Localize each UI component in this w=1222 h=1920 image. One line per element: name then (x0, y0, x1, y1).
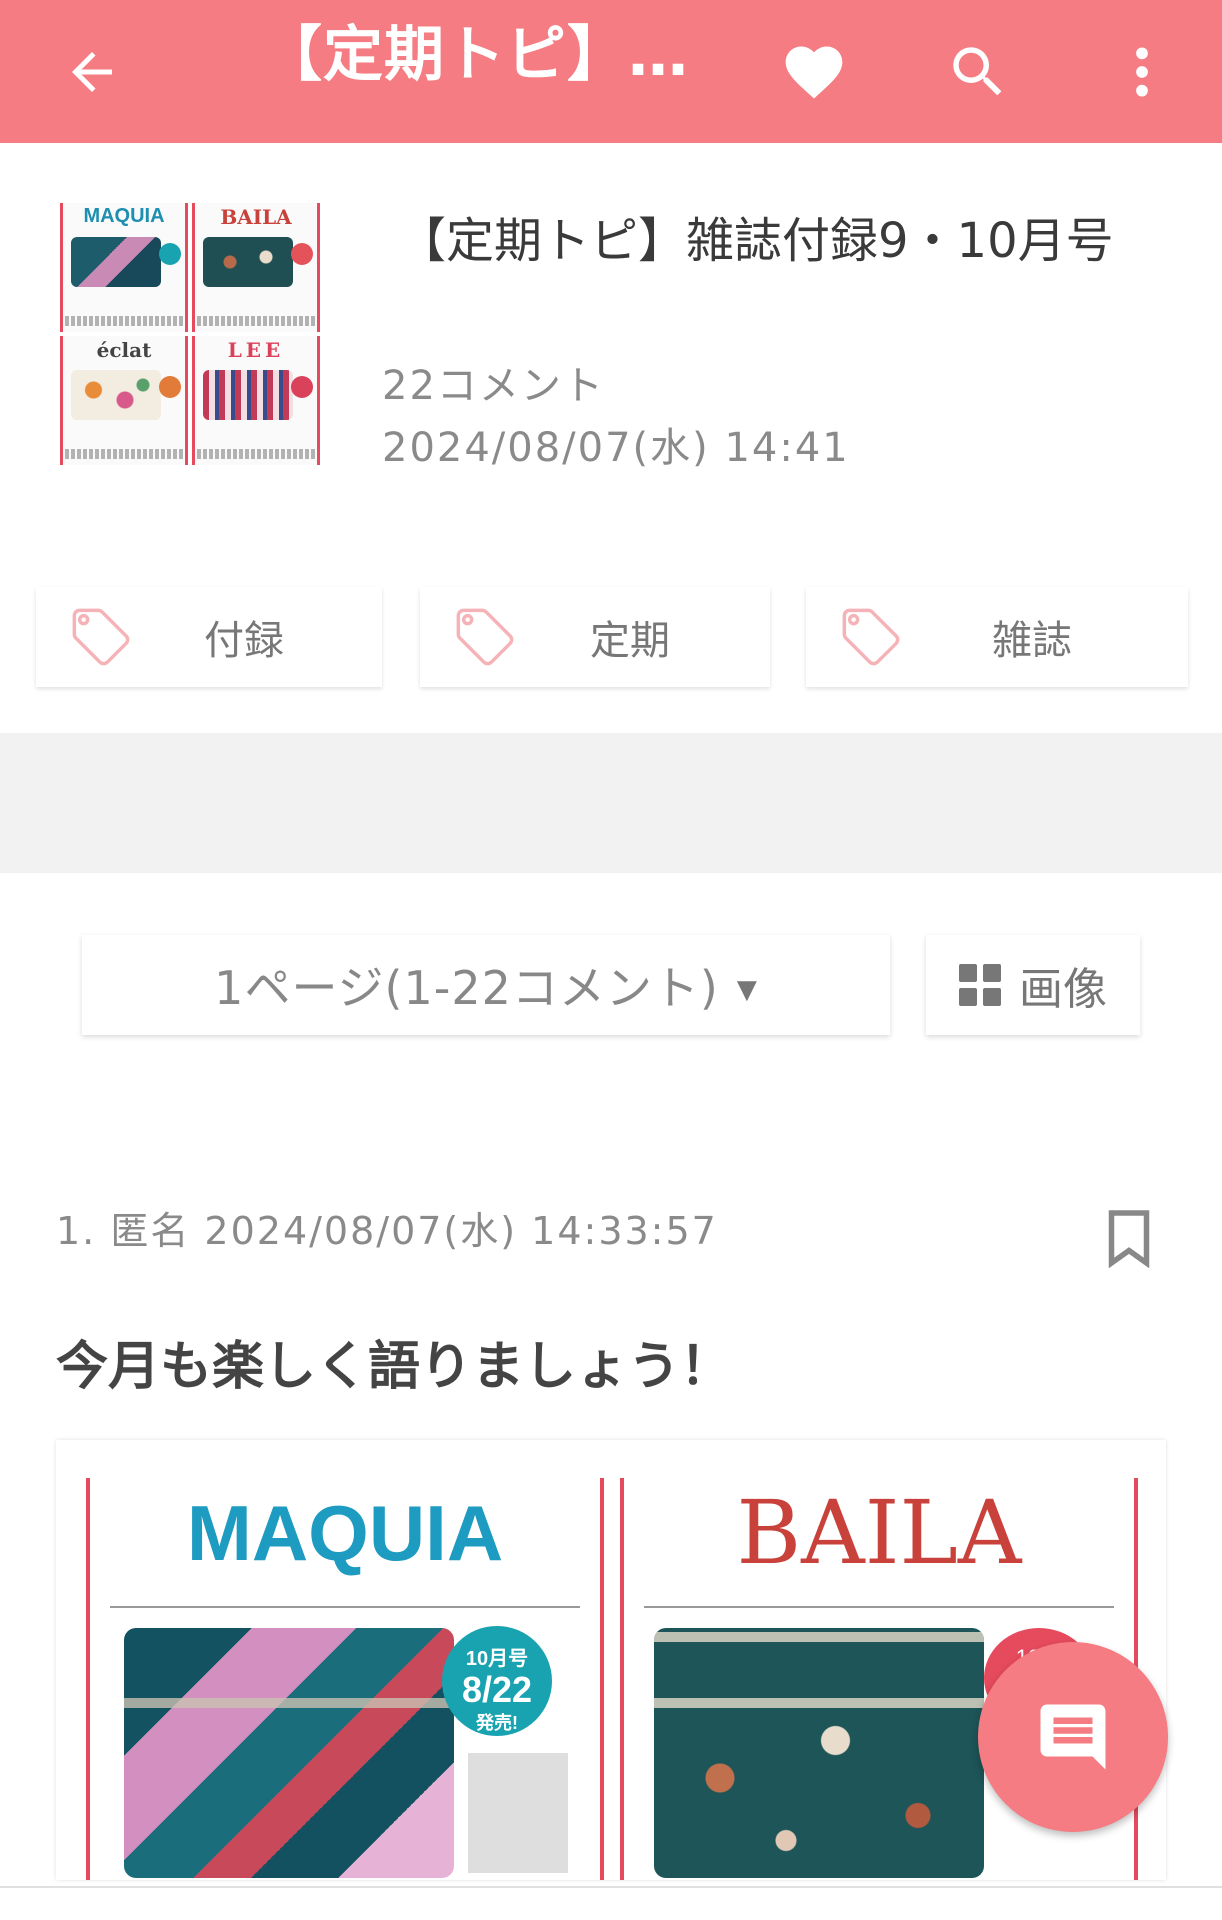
caption-text-block (65, 316, 183, 326)
zipper (654, 1632, 984, 1642)
thumbnail-magazine-name: MAQUIA (83, 205, 165, 227)
heart-icon (785, 46, 843, 99)
thumbnail-magazine-name: LEE (227, 338, 285, 362)
date-badge (291, 376, 313, 398)
image-view-button[interactable]: 画像 (926, 935, 1140, 1035)
thumbnail-magazine: BAILA (192, 203, 320, 332)
app-bar: 【定期トピ】… (0, 0, 1222, 143)
comment-image[interactable]: MAQUIA 10月号 8/22 発売! BAILA 10月 (56, 1440, 1166, 1880)
pouch-image (654, 1628, 984, 1878)
magazine-panel: MAQUIA 10月号 8/22 発売! (86, 1478, 604, 1880)
tag-chip-teiki[interactable]: 定期 (420, 587, 770, 687)
thumbnail-magazine-name: BAILA (220, 205, 292, 229)
caption-text-block (65, 449, 183, 459)
tag-label: 雑誌 (992, 618, 1072, 664)
date-badge (159, 376, 181, 398)
tag-icon (440, 605, 530, 669)
comment-meta: 1. 匿名 2024/08/07(水) 14:33:57 (56, 1209, 718, 1253)
app-bar-title: 【定期トピ】… (262, 20, 689, 90)
divider (110, 1606, 580, 1608)
release-date-badge: 10月号 8/22 発売! (442, 1626, 552, 1736)
magazine-logo: MAQUIA (186, 1489, 504, 1577)
tag-label: 付録 (204, 618, 284, 664)
pouch-image (124, 1628, 454, 1878)
tag-label: 定期 (590, 618, 670, 664)
zipper (654, 1698, 984, 1708)
pouch-image (71, 237, 161, 287)
pouch-image (203, 370, 293, 420)
search-button[interactable] (928, 22, 1028, 122)
divider (644, 1606, 1114, 1608)
magazine-logo: BAILA (736, 1481, 1022, 1584)
tag-chip-furoku[interactable]: 付録 (36, 587, 382, 687)
date-badge (159, 243, 181, 265)
caption-text-block (197, 449, 315, 459)
grid-icon (959, 964, 1001, 1006)
thumbnail-magazine: LEE (192, 336, 320, 465)
arrow-back-icon (72, 52, 112, 92)
search-icon (953, 47, 1002, 96)
thumbnail-magazine-name: éclat (96, 338, 152, 362)
topic-title: 【定期トピ】雑誌付録9・10月号 (398, 213, 1114, 269)
comment-count: 22コメント (382, 363, 605, 409)
topic-date: 2024/08/07(水) 14:41 (382, 425, 850, 471)
post-comment-fab[interactable] (978, 1642, 1168, 1832)
section-divider (0, 733, 1222, 873)
pouch-image (71, 370, 161, 420)
pouch-image (203, 237, 293, 287)
bookmark-button[interactable] (1104, 1208, 1154, 1272)
back-button[interactable] (42, 22, 142, 122)
topic-header: MAQUIA BAILA éclat LEE 【定期トピ】雑誌付録9・10月号 … (0, 143, 1222, 733)
comment-icon (1040, 1704, 1106, 1770)
bookmark-icon (1108, 1210, 1150, 1269)
zipper (124, 1698, 454, 1708)
tag-chip-zasshi[interactable]: 雑誌 (806, 587, 1188, 687)
comment-body: 今月も楽しく語りましょう！ (56, 1337, 733, 1397)
magazine-cover-thumb (468, 1753, 568, 1873)
page-selector[interactable]: 1ページ(1-22コメント) ▼ (82, 935, 890, 1035)
thumbnail-magazine: MAQUIA (60, 203, 188, 332)
favorite-button[interactable] (764, 22, 864, 122)
topic-thumbnail[interactable]: MAQUIA BAILA éclat LEE (60, 203, 320, 465)
image-view-label: 画像 (1019, 964, 1107, 1015)
thumbnail-magazine: éclat (60, 336, 188, 465)
date-badge (291, 243, 313, 265)
dropdown-caret-icon: ▼ (736, 975, 758, 1005)
more-menu-button[interactable] (1092, 22, 1192, 122)
caption-text-block (197, 316, 315, 326)
tag-icon (56, 605, 146, 669)
page-selector-label: 1ページ(1-22コメント) (214, 961, 719, 1015)
tag-icon (826, 605, 916, 669)
more-vert-icon (1136, 47, 1148, 97)
bottom-divider (0, 1886, 1222, 1888)
